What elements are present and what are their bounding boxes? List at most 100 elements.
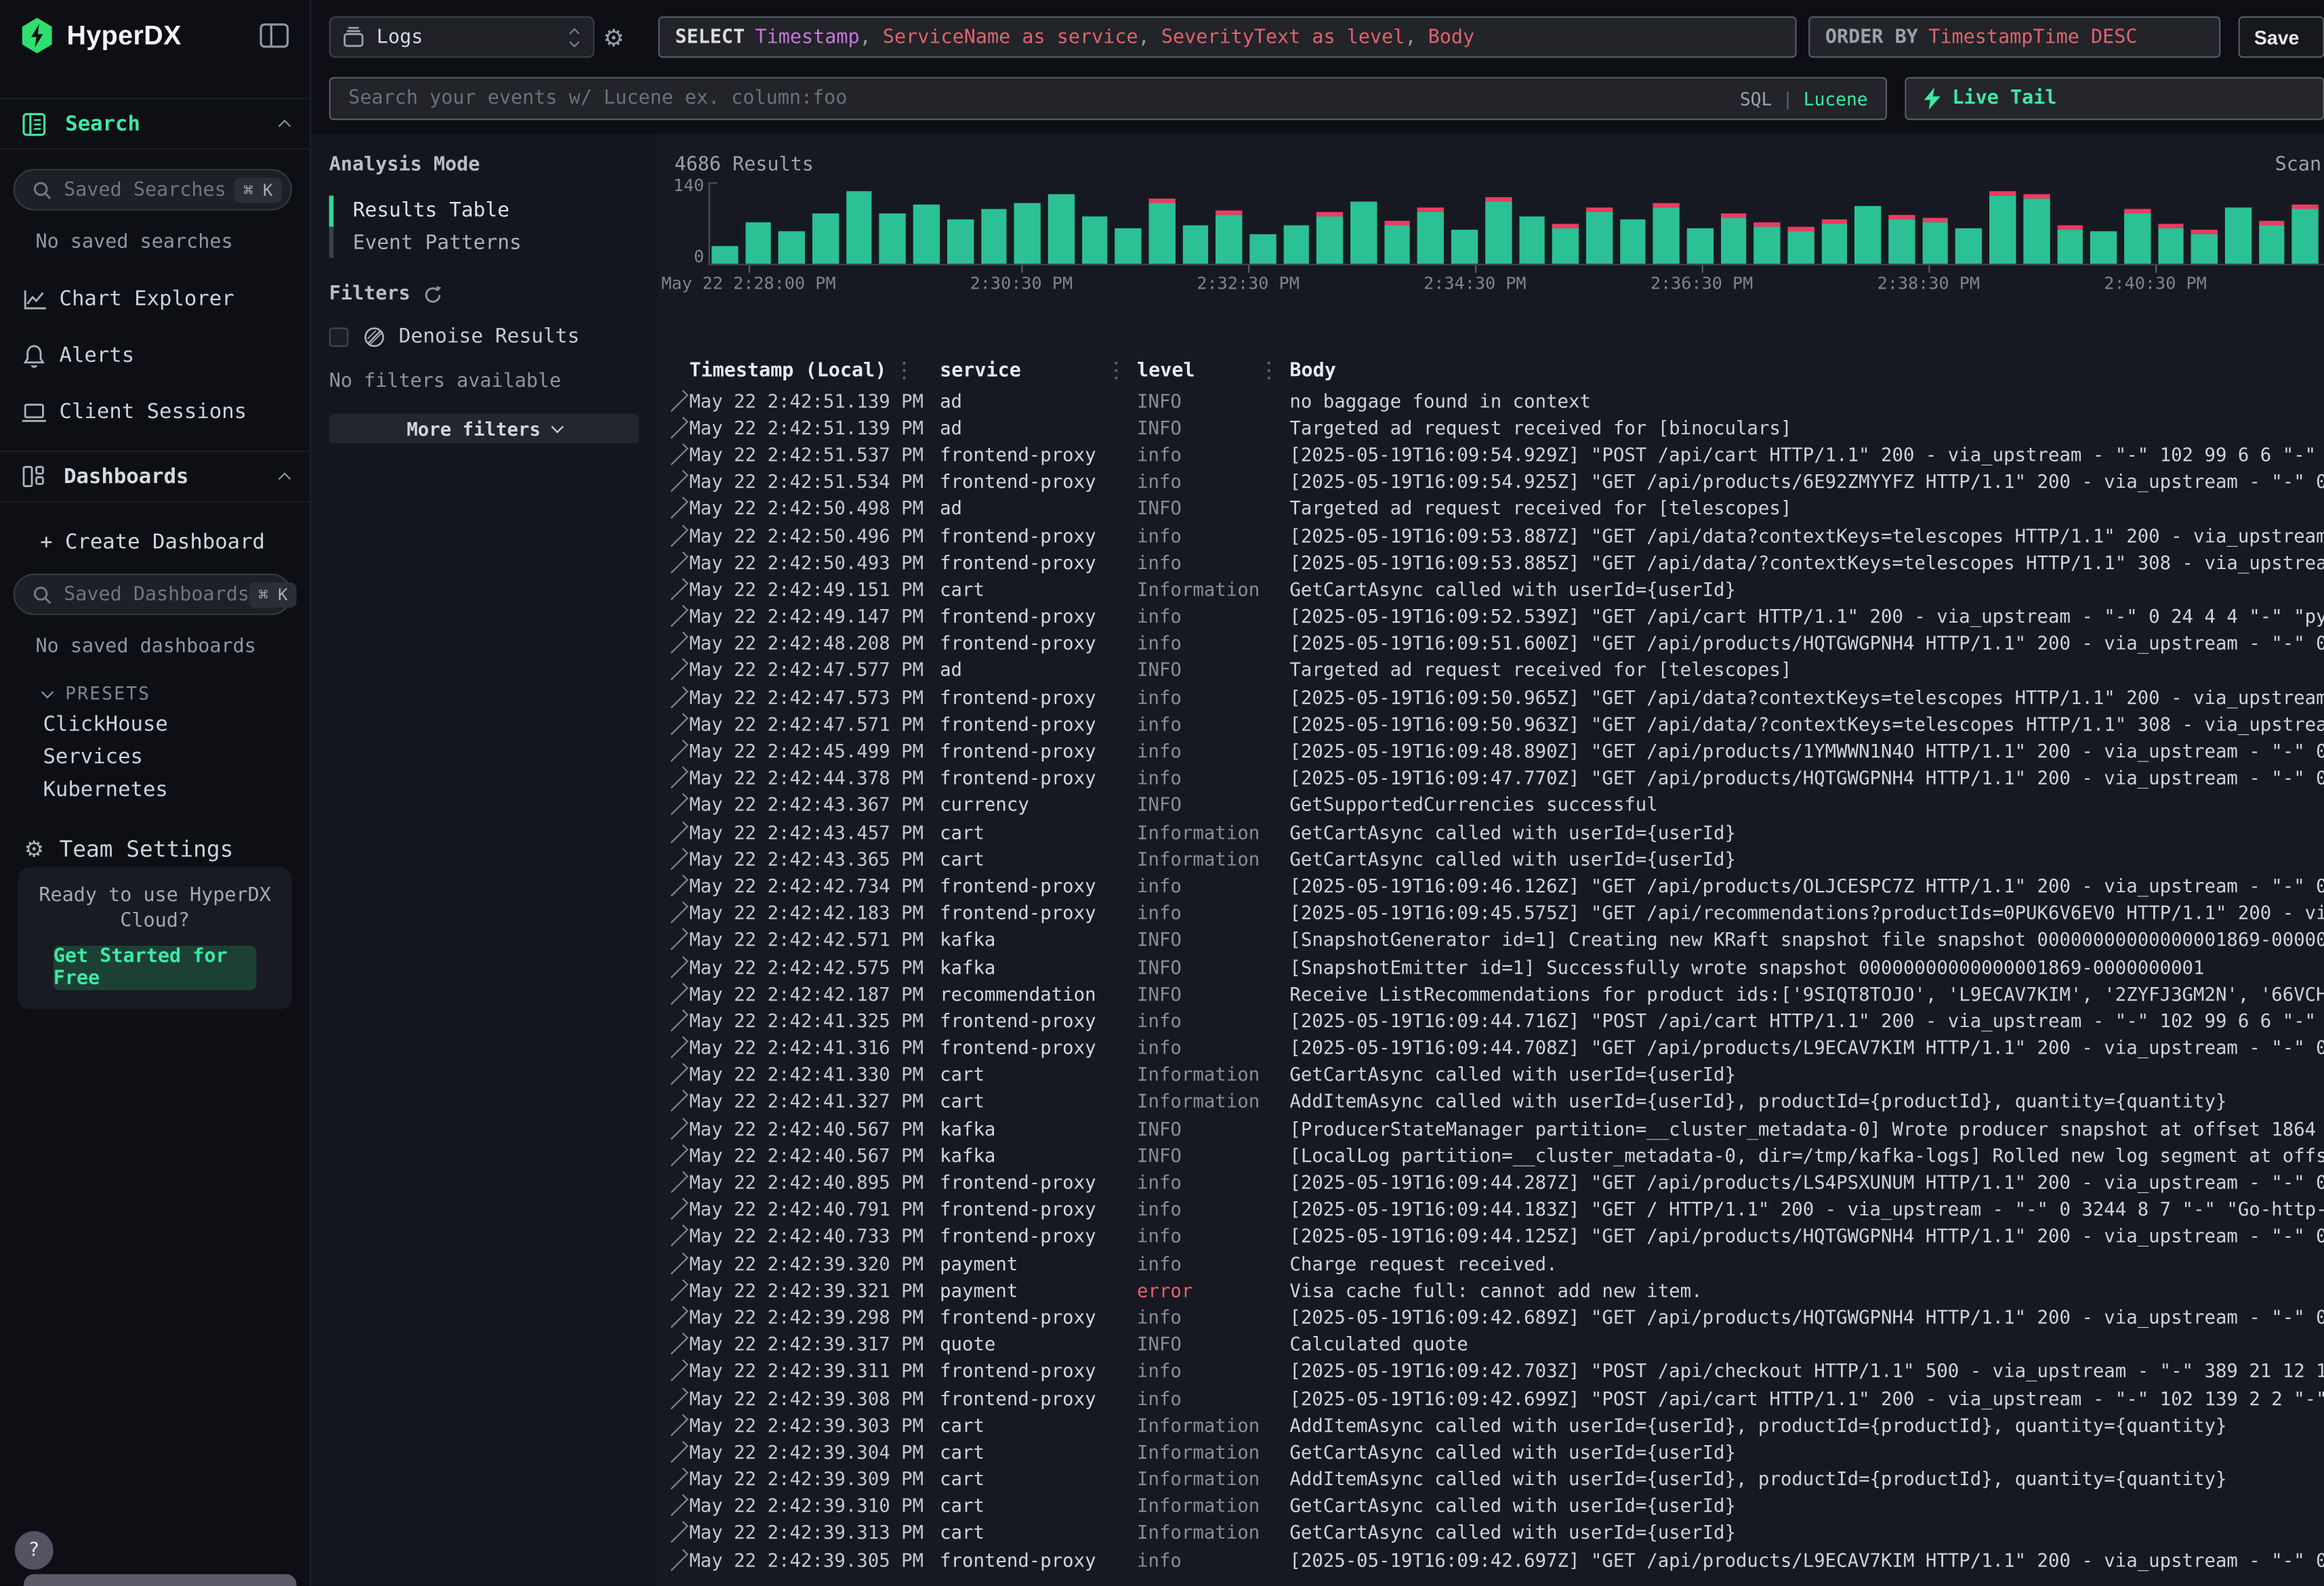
column-resize-handle[interactable] xyxy=(1268,362,1272,379)
histogram-bar[interactable] xyxy=(2292,205,2319,264)
log-row[interactable]: May 22 2:42:47.577 PMadINFOTargeted ad r… xyxy=(657,656,2324,684)
log-row[interactable]: May 22 2:42:51.537 PMfrontend-proxyinfo[… xyxy=(657,441,2324,468)
log-row[interactable]: May 22 2:42:47.573 PMfrontend-proxyinfo[… xyxy=(657,684,2324,711)
log-row[interactable]: May 22 2:42:39.305 PMfrontend-proxyinfo[… xyxy=(657,1546,2324,1573)
log-row[interactable]: May 22 2:42:48.208 PMfrontend-proxyinfo[… xyxy=(657,629,2324,656)
log-row[interactable]: May 22 2:42:50.496 PMfrontend-proxyinfo[… xyxy=(657,522,2324,549)
log-row[interactable]: May 22 2:42:39.308 PMfrontend-proxyinfo[… xyxy=(657,1384,2324,1411)
log-row[interactable]: May 22 2:42:41.327 PMcartInformationAddI… xyxy=(657,1088,2324,1115)
log-row[interactable]: May 22 2:42:50.498 PMadINFOTargeted ad r… xyxy=(657,495,2324,522)
log-row[interactable]: May 22 2:42:39.311 PMfrontend-proxyinfo[… xyxy=(657,1357,2324,1384)
log-row[interactable]: May 22 2:42:51.139 PMadINFOTargeted ad r… xyxy=(657,414,2324,441)
refresh-icon[interactable] xyxy=(422,284,443,305)
log-row[interactable]: May 22 2:42:43.457 PMcartInformationGetC… xyxy=(657,818,2324,846)
histogram-bar[interactable] xyxy=(1485,197,1512,264)
analysis-mode-tab[interactable]: Event Patterns xyxy=(353,228,522,258)
log-row[interactable]: May 22 2:42:40.895 PMfrontend-proxyinfo[… xyxy=(657,1169,2324,1196)
log-row[interactable]: May 22 2:42:42.183 PMfrontend-proxyinfo[… xyxy=(657,899,2324,926)
log-row[interactable]: May 22 2:42:49.151 PMcartInformationGetC… xyxy=(657,576,2324,603)
histogram-bar[interactable] xyxy=(879,213,906,264)
histogram-bar[interactable] xyxy=(1754,222,1781,264)
log-row[interactable]: May 22 2:42:51.534 PMfrontend-proxyinfo[… xyxy=(657,467,2324,495)
histogram-bar[interactable] xyxy=(2225,207,2252,264)
log-row[interactable]: May 22 2:42:39.313 PMcartInformationGetC… xyxy=(657,1519,2324,1546)
histogram-bar[interactable] xyxy=(1687,229,1714,264)
log-row[interactable]: May 22 2:42:39.304 PMcartInformationGetC… xyxy=(657,1438,2324,1465)
log-row[interactable]: May 22 2:42:40.791 PMfrontend-proxyinfo[… xyxy=(657,1196,2324,1223)
sidebar-item-team-settings[interactable]: ⚙ Team Settings xyxy=(0,835,310,864)
log-row[interactable]: May 22 2:42:51.139 PMadINFOno baggage fo… xyxy=(657,387,2324,414)
histogram-bar[interactable] xyxy=(1888,215,1915,264)
histogram-bar[interactable] xyxy=(1048,194,1075,264)
sidebar-item-client-sessions[interactable]: Client Sessions xyxy=(0,397,310,427)
histogram-bar[interactable] xyxy=(2191,230,2218,264)
sidebar-preset-kubernetes[interactable]: Kubernetes xyxy=(43,778,310,802)
histogram-bar[interactable] xyxy=(2090,231,2117,264)
histogram-bar[interactable] xyxy=(1417,207,1444,264)
log-row[interactable]: May 22 2:42:40.567 PMkafkaINFO[LocalLog … xyxy=(657,1142,2324,1169)
log-row[interactable]: May 22 2:42:43.367 PMcurrencyINFOGetSupp… xyxy=(657,791,2324,818)
log-row[interactable]: May 22 2:42:39.321 PMpaymenterrorVisa ca… xyxy=(657,1276,2324,1303)
saved-searches-input[interactable]: Saved Searches ⌘ K xyxy=(14,169,292,210)
log-row[interactable]: May 22 2:42:42.571 PMkafkaINFO[SnapshotG… xyxy=(657,926,2324,953)
source-settings-gear-icon[interactable]: ⚙ xyxy=(594,16,634,58)
histogram-bar[interactable] xyxy=(1552,224,1579,264)
get-started-button[interactable]: Get Started for Free xyxy=(54,946,257,990)
column-resize-handle[interactable] xyxy=(1115,362,1119,379)
chevron-up-icon[interactable] xyxy=(278,472,291,485)
help-button[interactable]: ? xyxy=(15,1531,54,1570)
histogram-bar[interactable] xyxy=(1182,226,1209,264)
log-row[interactable]: May 22 2:42:41.316 PMfrontend-proxyinfo[… xyxy=(657,1034,2324,1061)
more-filters-button[interactable]: More filters xyxy=(329,413,639,443)
column-resize-handle[interactable] xyxy=(902,362,907,379)
log-row[interactable]: May 22 2:42:39.310 PMcartInformationGetC… xyxy=(657,1492,2324,1519)
sidebar-item-alerts[interactable]: Alerts xyxy=(0,341,310,371)
lucene-toggle[interactable]: Lucene xyxy=(1804,88,1868,109)
live-tail-button[interactable]: Live Tail xyxy=(1905,77,2324,120)
log-row[interactable]: May 22 2:42:47.571 PMfrontend-proxyinfo[… xyxy=(657,711,2324,738)
log-row[interactable]: May 22 2:42:39.309 PMcartInformationAddI… xyxy=(657,1465,2324,1493)
histogram-bar[interactable] xyxy=(980,209,1007,264)
histogram-bar[interactable] xyxy=(1283,225,1310,264)
log-row[interactable]: May 22 2:42:45.499 PMfrontend-proxyinfo[… xyxy=(657,737,2324,764)
saved-dashboards-input[interactable]: Saved Dashboards ⌘ K xyxy=(14,574,292,615)
sidebar-item-search[interactable]: Search xyxy=(0,98,310,150)
sql-toggle[interactable]: SQL xyxy=(1740,88,1772,109)
histogram-bar[interactable] xyxy=(1317,211,1344,264)
histogram-bar[interactable] xyxy=(2057,226,2083,264)
sidebar-preset-services[interactable]: Services xyxy=(43,745,310,769)
orderby-clause-input[interactable]: ORDER BY TimestampTime DESC xyxy=(1809,16,2220,58)
histogram-bar[interactable] xyxy=(1787,227,1814,264)
log-row[interactable]: May 22 2:42:50.493 PMfrontend-proxyinfo[… xyxy=(657,549,2324,576)
histogram-bar[interactable] xyxy=(1653,203,1680,264)
create-dashboard-button[interactable]: + Create Dashboard xyxy=(40,530,310,554)
log-row[interactable]: May 22 2:42:42.575 PMkafkaINFO[SnapshotE… xyxy=(657,953,2324,980)
histogram-bar[interactable] xyxy=(1148,199,1175,264)
log-row[interactable]: May 22 2:42:39.298 PMfrontend-proxyinfo[… xyxy=(657,1303,2324,1331)
histogram-bar[interactable] xyxy=(913,204,940,264)
denoise-results-toggle[interactable]: Denoise Results xyxy=(329,325,639,348)
histogram-bar[interactable] xyxy=(1350,202,1377,264)
histogram-bar[interactable] xyxy=(779,230,805,264)
presets-toggle[interactable]: PRESETS xyxy=(43,684,310,705)
sidebar-item-dashboards[interactable]: Dashboards xyxy=(0,451,310,503)
histogram-bar[interactable] xyxy=(2258,221,2285,264)
histogram-bar[interactable] xyxy=(1115,228,1142,264)
histogram-bar[interactable] xyxy=(846,191,873,264)
histogram-bar[interactable] xyxy=(1720,213,1747,264)
histogram-bar[interactable] xyxy=(1922,217,1949,264)
log-row[interactable]: May 22 2:42:42.734 PMfrontend-proxyinfo[… xyxy=(657,872,2324,899)
histogram-bar[interactable] xyxy=(745,222,772,264)
histogram-bar[interactable] xyxy=(1989,192,2016,264)
log-row[interactable]: May 22 2:42:44.378 PMfrontend-proxyinfo[… xyxy=(657,764,2324,791)
histogram-bar[interactable] xyxy=(1216,210,1243,264)
histogram-bar[interactable] xyxy=(1619,219,1646,264)
log-row[interactable]: May 22 2:42:39.317 PMquoteINFOCalculated… xyxy=(657,1331,2324,1358)
histogram-bar[interactable] xyxy=(2157,224,2184,264)
log-row[interactable]: May 22 2:42:39.320 PMpaymentinfoCharge r… xyxy=(657,1249,2324,1276)
log-row[interactable]: May 22 2:42:41.330 PMcartInformationGetC… xyxy=(657,1061,2324,1088)
histogram-bar[interactable] xyxy=(711,245,738,264)
source-select[interactable]: Logs xyxy=(329,16,594,58)
log-row[interactable]: May 22 2:42:41.325 PMfrontend-proxyinfo[… xyxy=(657,1007,2324,1034)
histogram-bar[interactable] xyxy=(812,213,839,264)
